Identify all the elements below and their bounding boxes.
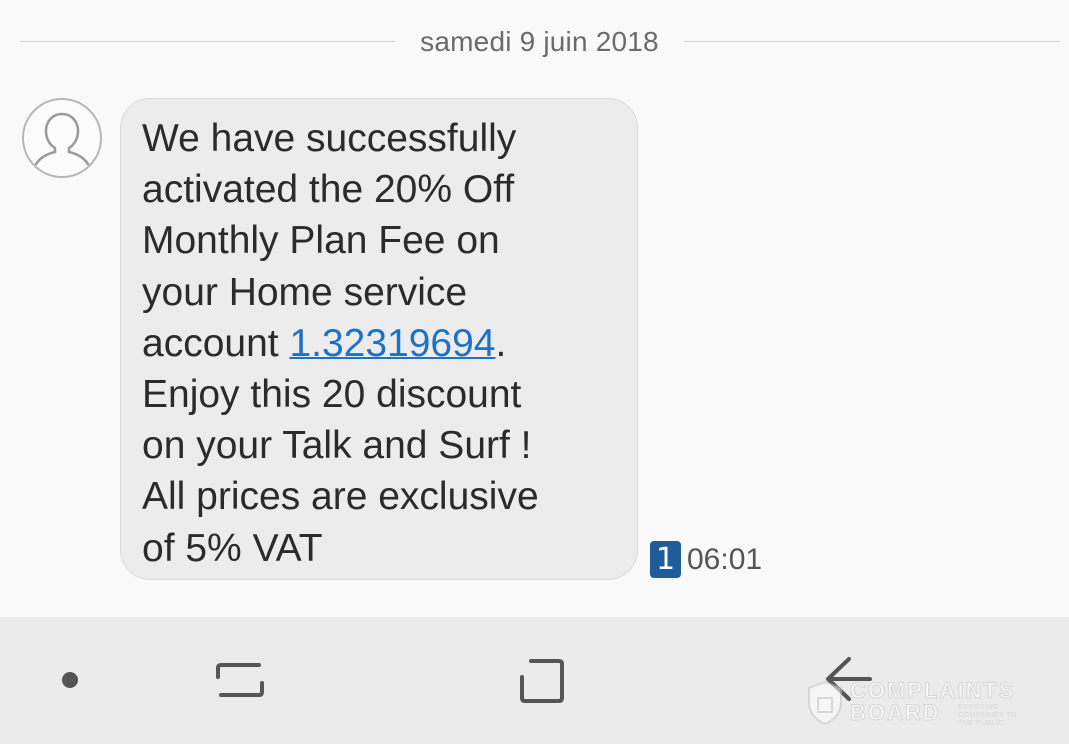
- date-separator: samedi 9 juin 2018: [20, 22, 1060, 62]
- person-outline-icon: [34, 112, 90, 166]
- home-square-icon: [520, 659, 564, 703]
- divider-right: [684, 41, 1060, 42]
- message-timestamp: 06:01: [687, 543, 763, 576]
- sim-slot-badge: 1: [650, 541, 681, 578]
- received-message-bubble[interactable]: We have successfully activated the 20% O…: [120, 98, 638, 580]
- recent-apps-icon: [216, 663, 264, 697]
- divider-left: [20, 41, 395, 42]
- dot-icon: [62, 672, 78, 688]
- shield-logo-icon: [808, 680, 842, 726]
- complaints-board-watermark: COMPLAINTS BOARD EXPOSING COMPANIES TO T…: [806, 678, 1036, 728]
- home-button[interactable]: [487, 617, 597, 744]
- contact-avatar[interactable]: [22, 98, 102, 178]
- nav-dot-button[interactable]: [15, 617, 125, 744]
- watermark-line2: BOARD: [850, 700, 941, 726]
- date-label: samedi 9 juin 2018: [420, 26, 659, 57]
- recent-apps-button[interactable]: [185, 617, 295, 744]
- messaging-screen: samedi 9 juin 2018 We have successfully …: [0, 0, 1069, 744]
- watermark-tagline: EXPOSING COMPANIES TO THE PUBLIC: [958, 704, 1017, 727]
- message-body: We have successfully activated the 20% O…: [142, 113, 622, 574]
- account-number-link[interactable]: 1.32319694: [289, 322, 495, 365]
